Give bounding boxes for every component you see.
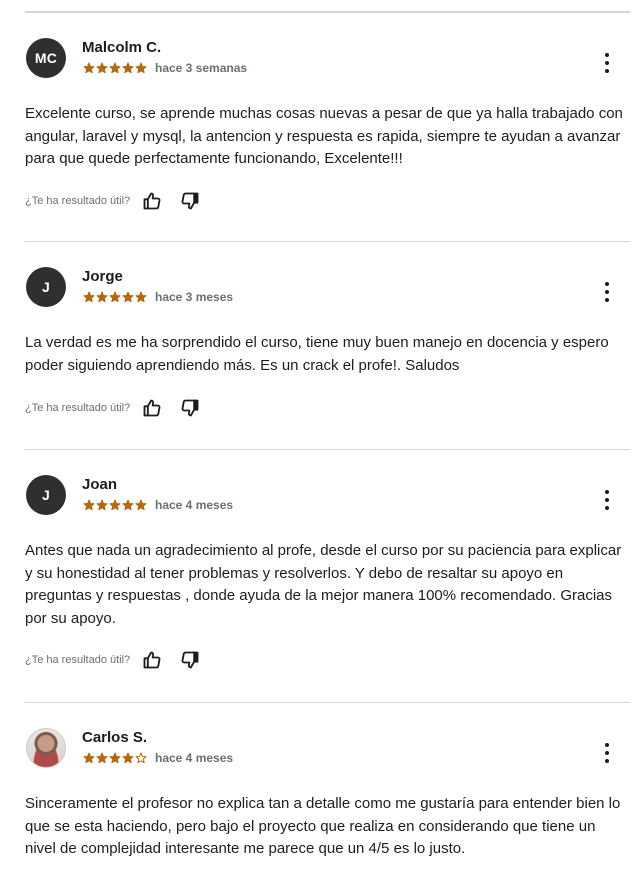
thumbs-down-button[interactable] bbox=[178, 189, 202, 213]
star-filled-icon bbox=[135, 62, 147, 74]
more-vertical-icon bbox=[605, 743, 609, 747]
star-filled-icon bbox=[135, 499, 147, 511]
star-filled-icon bbox=[135, 291, 147, 303]
star-filled-icon bbox=[96, 499, 108, 511]
star-rating bbox=[83, 752, 147, 764]
thumbs-down-icon bbox=[181, 651, 199, 669]
thumbs-down-button[interactable] bbox=[178, 648, 202, 672]
review-text: Antes que nada un agradecimiento al prof… bbox=[25, 542, 622, 627]
avatar[interactable]: J bbox=[26, 475, 66, 515]
reviewer-name: Malcolm C. bbox=[82, 39, 162, 56]
review-text: Excelente curso, se aprende muchas cosas… bbox=[25, 105, 623, 167]
more-options-button[interactable] bbox=[600, 743, 614, 763]
thumbs-up-icon bbox=[143, 651, 161, 669]
review-item: MC Malcolm C. hace 3 semanas Excelente c… bbox=[25, 12, 630, 242]
star-filled-icon bbox=[96, 752, 108, 764]
more-options-button[interactable] bbox=[600, 282, 614, 302]
helpful-row: ¿Te ha resultado útil? bbox=[25, 189, 216, 213]
reviewer-name: Jorge bbox=[82, 268, 123, 285]
star-filled-icon bbox=[122, 752, 134, 764]
avatar[interactable]: MC bbox=[26, 38, 66, 78]
star-filled-icon bbox=[122, 62, 134, 74]
more-options-button[interactable] bbox=[600, 490, 614, 510]
review-time: hace 4 meses bbox=[155, 498, 234, 512]
review-item: Carlos S. hace 4 meses Sinceramente el p… bbox=[25, 702, 630, 874]
menu-dot bbox=[605, 69, 609, 73]
helpful-label: ¿Te ha resultado útil? bbox=[25, 402, 131, 414]
thumbs-up-icon bbox=[143, 399, 161, 417]
thumbs-down-icon bbox=[181, 399, 199, 417]
menu-dot bbox=[605, 759, 609, 763]
rating-row: hace 3 meses bbox=[83, 290, 233, 304]
star-filled-icon bbox=[109, 752, 121, 764]
star-filled-icon bbox=[109, 62, 121, 74]
menu-dot bbox=[605, 298, 609, 302]
review-item: J Joan hace 4 meses Antes que nada un ag… bbox=[25, 449, 630, 703]
thumbs-up-button[interactable] bbox=[140, 648, 164, 672]
star-filled-icon bbox=[122, 291, 134, 303]
star-filled-icon bbox=[83, 291, 95, 303]
reviewer-name: Carlos S. bbox=[82, 729, 148, 746]
star-empty-icon bbox=[135, 752, 147, 764]
thumbs-up-icon bbox=[143, 192, 161, 210]
avatar[interactable]: J bbox=[26, 267, 66, 307]
review-time: hace 3 meses bbox=[155, 290, 234, 304]
star-filled-icon bbox=[122, 499, 134, 511]
menu-dot bbox=[605, 498, 609, 502]
menu-dot bbox=[605, 506, 609, 510]
review-text: Sinceramente el profesor no explica tan … bbox=[25, 795, 621, 857]
helpful-row: ¿Te ha resultado útil? bbox=[25, 648, 216, 672]
more-vertical-icon bbox=[605, 282, 609, 286]
star-rating bbox=[83, 62, 147, 74]
helpful-row: ¿Te ha resultado útil? bbox=[25, 396, 216, 420]
review-text: La verdad es me ha sorprendido el curso,… bbox=[25, 334, 609, 374]
review-time: hace 4 meses bbox=[155, 751, 234, 765]
thumbs-up-button[interactable] bbox=[140, 189, 164, 213]
star-filled-icon bbox=[83, 62, 95, 74]
reviews-list: MC Malcolm C. hace 3 semanas Excelente c… bbox=[0, 0, 636, 874]
star-rating bbox=[83, 291, 147, 303]
more-options-button[interactable] bbox=[600, 53, 614, 73]
reviewer-name: Joan bbox=[82, 476, 118, 493]
rating-row: hace 3 semanas bbox=[83, 61, 247, 75]
thumbs-up-button[interactable] bbox=[140, 396, 164, 420]
review-item: J Jorge hace 3 meses La verdad es me ha … bbox=[25, 241, 630, 450]
more-vertical-icon bbox=[605, 490, 609, 494]
star-rating bbox=[83, 499, 147, 511]
thumbs-down-icon bbox=[181, 192, 199, 210]
thumbs-down-button[interactable] bbox=[178, 396, 202, 420]
menu-dot bbox=[605, 61, 609, 65]
star-filled-icon bbox=[109, 499, 121, 511]
review-time: hace 3 semanas bbox=[155, 61, 248, 75]
star-filled-icon bbox=[96, 62, 108, 74]
rating-row: hace 4 meses bbox=[83, 751, 233, 765]
menu-dot bbox=[605, 290, 609, 294]
helpful-label: ¿Te ha resultado útil? bbox=[25, 654, 131, 666]
rating-row: hace 4 meses bbox=[83, 498, 233, 512]
avatar[interactable] bbox=[26, 728, 66, 768]
more-vertical-icon bbox=[605, 53, 609, 57]
star-filled-icon bbox=[96, 291, 108, 303]
star-filled-icon bbox=[109, 291, 121, 303]
helpful-label: ¿Te ha resultado útil? bbox=[25, 195, 131, 207]
menu-dot bbox=[605, 751, 609, 755]
star-filled-icon bbox=[83, 752, 95, 764]
star-filled-icon bbox=[83, 499, 95, 511]
